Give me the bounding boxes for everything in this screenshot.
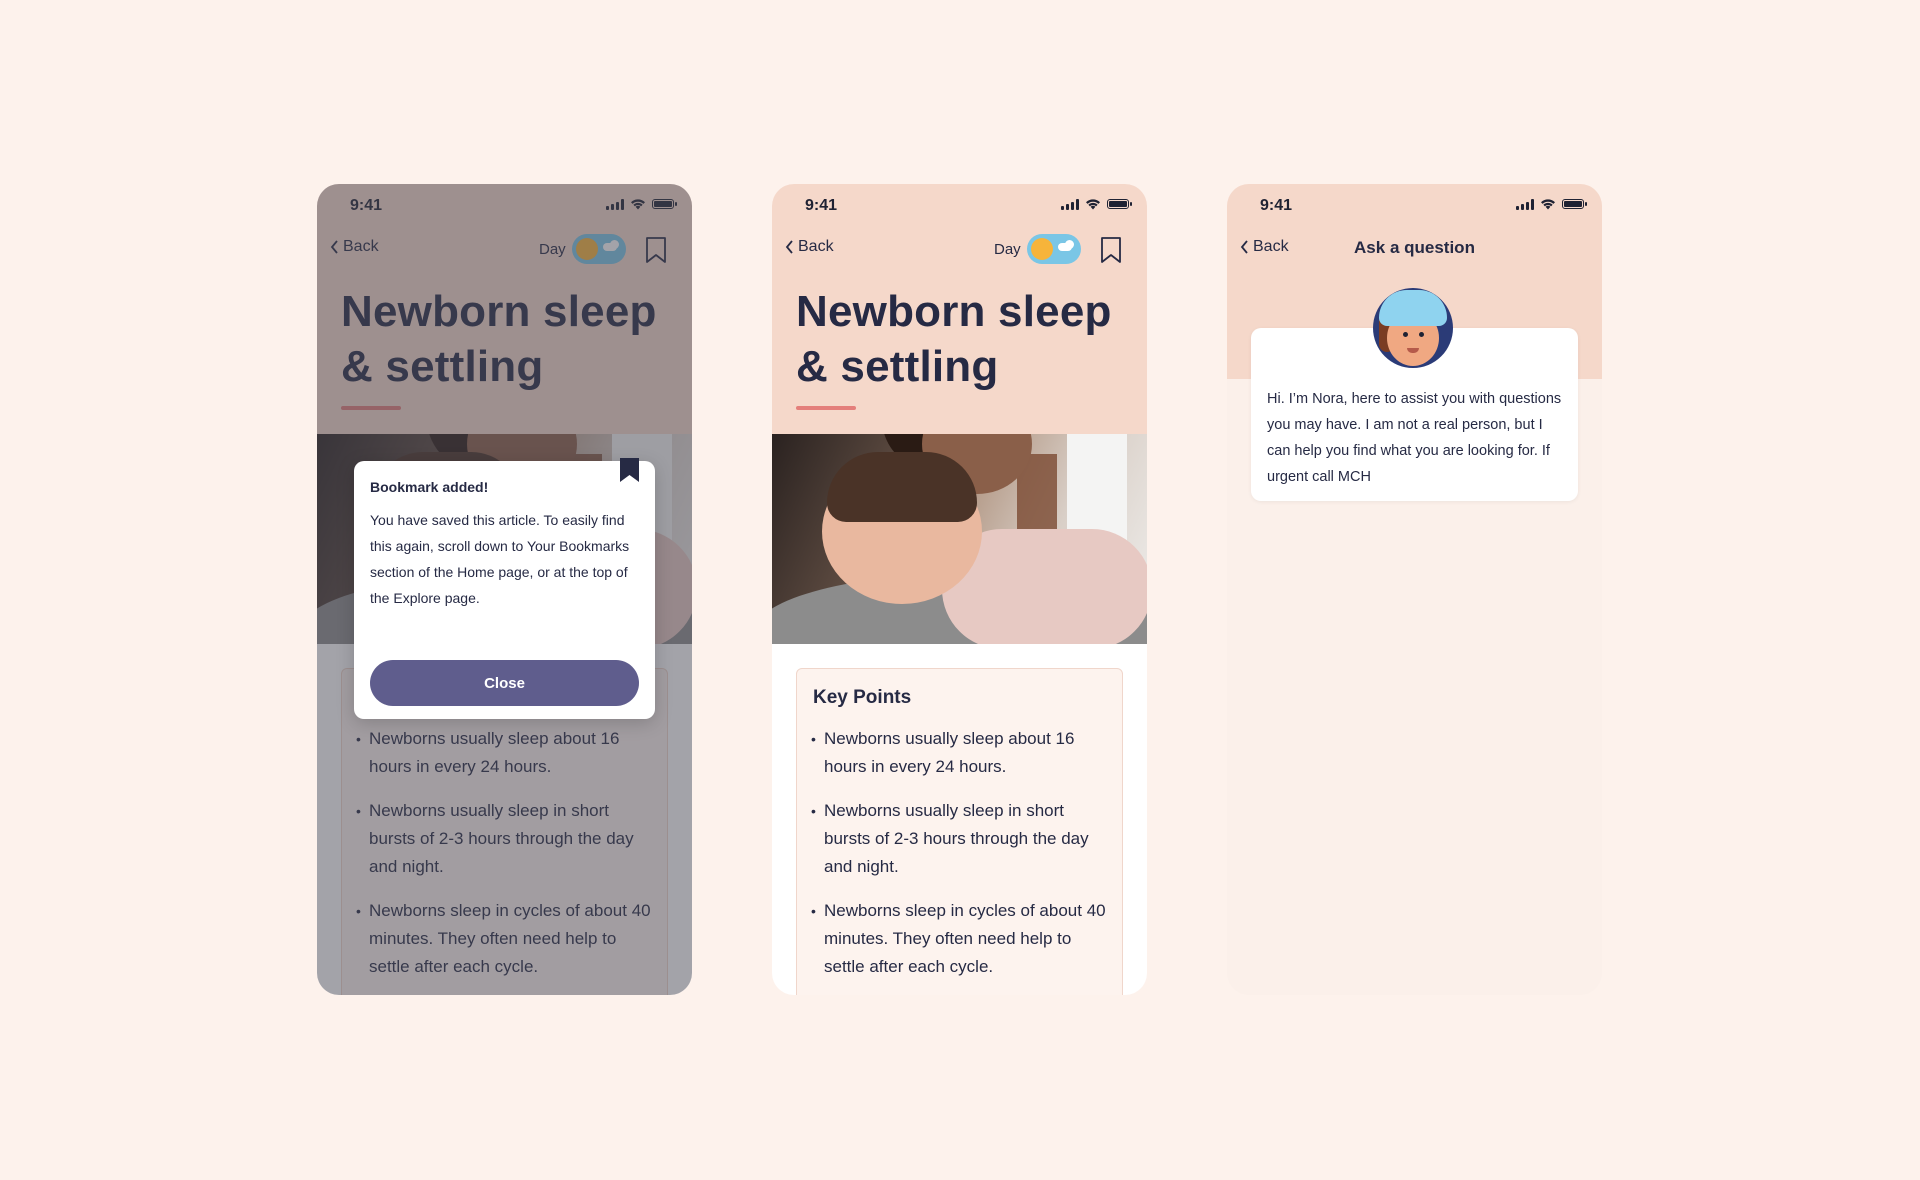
key-points-title: Key Points bbox=[813, 687, 912, 708]
signal-icon bbox=[1516, 198, 1534, 210]
phone-article-bookmarked: 9:41 Back Day Newborn sleep & settling K… bbox=[317, 184, 692, 995]
key-points-list: Newborns usually sleep about 16 hours in… bbox=[811, 725, 1111, 995]
list-item: Newborns usually sleep in short bursts o… bbox=[811, 797, 1111, 881]
chevron-left-icon bbox=[785, 240, 793, 254]
status-time: 9:41 bbox=[805, 197, 838, 214]
page-title: Ask a question bbox=[1354, 238, 1475, 257]
signal-icon bbox=[1061, 198, 1079, 210]
status-bar: 9:41 bbox=[772, 184, 1147, 228]
page-title: Newborn sleep & settling bbox=[796, 287, 1112, 391]
hero-image bbox=[772, 434, 1147, 644]
status-icons bbox=[1061, 198, 1132, 210]
wifi-icon bbox=[1541, 199, 1555, 210]
phone-ask-question: 9:41 Back Ask a question Hi. I’m Nora, h… bbox=[1227, 184, 1602, 995]
status-time: 9:41 bbox=[1260, 197, 1293, 214]
back-button[interactable]: Back bbox=[784, 238, 834, 256]
title-underline bbox=[796, 406, 856, 410]
phone-article: 9:41 Back Day Newborn sleep & settling K… bbox=[772, 184, 1147, 995]
wifi-icon bbox=[1086, 199, 1100, 210]
dialog-title: Bookmark added! bbox=[370, 479, 489, 495]
assistant-avatar bbox=[1373, 288, 1453, 368]
cloud-puff bbox=[1064, 240, 1074, 249]
status-icons bbox=[1516, 198, 1587, 210]
list-item: Newborns usually sleep about 16 hours in… bbox=[811, 725, 1111, 781]
day-night-toggle[interactable] bbox=[1026, 234, 1081, 264]
bookmark-icon[interactable] bbox=[1100, 236, 1122, 264]
assistant-message: Hi. I’m Nora, here to assist you with qu… bbox=[1267, 391, 1562, 485]
bookmark-added-dialog: Bookmark added! You have saved this arti… bbox=[354, 458, 655, 719]
dialog-message: You have saved this article. To easily f… bbox=[370, 512, 630, 606]
list-item: Newborns sleep in cycles of about 40 min… bbox=[811, 897, 1111, 981]
status-bar: 9:41 bbox=[1227, 184, 1602, 228]
sun-icon bbox=[1030, 238, 1053, 260]
day-label: Day bbox=[994, 240, 1021, 258]
day-night-control: Day bbox=[994, 234, 1081, 264]
battery-icon bbox=[1562, 199, 1587, 209]
back-label: Back bbox=[798, 238, 834, 255]
key-points-card: Key Points Newborns usually sleep about … bbox=[796, 668, 1123, 995]
close-button[interactable]: Close bbox=[370, 660, 639, 706]
bookmark-filled-icon bbox=[620, 458, 639, 482]
battery-icon bbox=[1107, 199, 1132, 209]
